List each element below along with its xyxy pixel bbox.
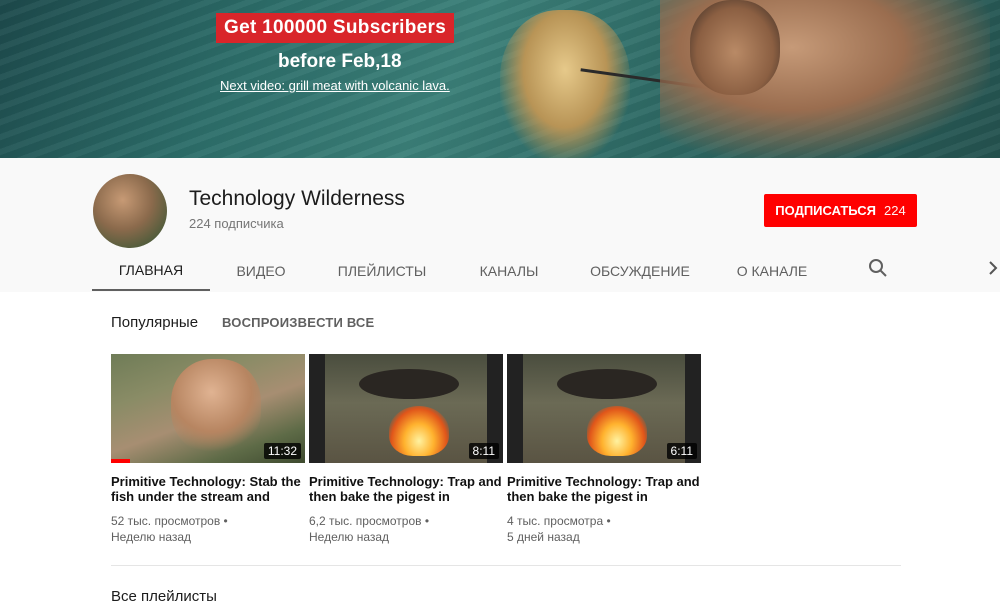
thumbnail-bird [557,369,657,399]
video-title[interactable]: Primitive Technology: Trap and then bake… [507,474,701,504]
channel-name: Technology Wilderness [189,187,405,210]
tab-playlists[interactable]: ПЛЕЙЛИСТЫ [312,251,452,291]
play-all-button[interactable]: ВОСПРОИЗВЕСТИ ВСЕ [222,315,374,330]
video-card[interactable]: 6:11 Primitive Technology: Trap and then… [507,354,701,545]
video-thumbnail[interactable]: 11:32 [111,354,305,463]
tab-discussion[interactable]: ОБСУЖДЕНИЕ [566,251,714,291]
video-card[interactable]: 11:32 Primitive Technology: Stab the fis… [111,354,305,545]
search-icon[interactable] [868,258,888,278]
subscribe-button[interactable]: ПОДПИСАТЬСЯ 224 [764,194,917,227]
video-age: Неделю назад [309,530,390,544]
video-age: Неделю назад [111,530,192,544]
video-views: 52 тыс. просмотров • [111,514,228,528]
banner-person-head [690,0,780,95]
section-heading-popular: Популярные [111,314,199,331]
channel-avatar[interactable] [93,174,167,248]
watch-progress-bar [111,459,131,463]
thumbnail-fire [389,406,449,456]
banner-subtitle: before Feb,18 [278,51,402,72]
video-duration: 6:11 [666,443,697,459]
video-card[interactable]: 8:11 Primitive Technology: Trap and then… [309,354,503,545]
thumbnail-fire [587,406,647,456]
thumbnail-person [171,359,261,454]
tab-about[interactable]: О КАНАЛЕ [714,251,830,291]
section-divider [111,565,901,566]
tab-home[interactable]: ГЛАВНАЯ [92,251,210,291]
video-views: 6,2 тыс. просмотров • [309,514,430,528]
thumbnail-bird [359,369,459,399]
video-title[interactable]: Primitive Technology: Trap and then bake… [309,474,503,504]
channel-tabs: ГЛАВНАЯ ВИДЕО ПЛЕЙЛИСТЫ КАНАЛЫ ОБСУЖДЕНИ… [92,250,830,292]
subscribe-label: ПОДПИСАТЬСЯ [775,203,877,218]
banner-lobster-image [500,10,630,158]
chevron-right-icon[interactable] [987,259,999,277]
channel-banner: Get 100000 Subscribers before Feb,18 Nex… [0,0,1000,158]
section-heading-playlists: Все плейлисты [111,588,217,605]
video-views: 4 тыс. просмотра • [507,514,611,528]
banner-next-video-link[interactable]: Next video: grill meat with volcanic lav… [220,78,450,93]
banner-title: Get 100000 Subscribers [216,13,455,43]
subscribe-count: 224 [884,203,906,218]
video-age: 5 дней назад [507,530,580,544]
video-thumbnail[interactable]: 8:11 [309,354,503,463]
tab-channels[interactable]: КАНАЛЫ [452,251,566,291]
video-duration: 11:32 [263,443,301,459]
tab-videos[interactable]: ВИДЕО [210,251,312,291]
video-title[interactable]: Primitive Technology: Stab the fish unde… [111,474,305,504]
subscriber-count: 224 подписчика [189,216,284,231]
video-duration: 8:11 [468,443,499,459]
video-thumbnail[interactable]: 6:11 [507,354,701,463]
